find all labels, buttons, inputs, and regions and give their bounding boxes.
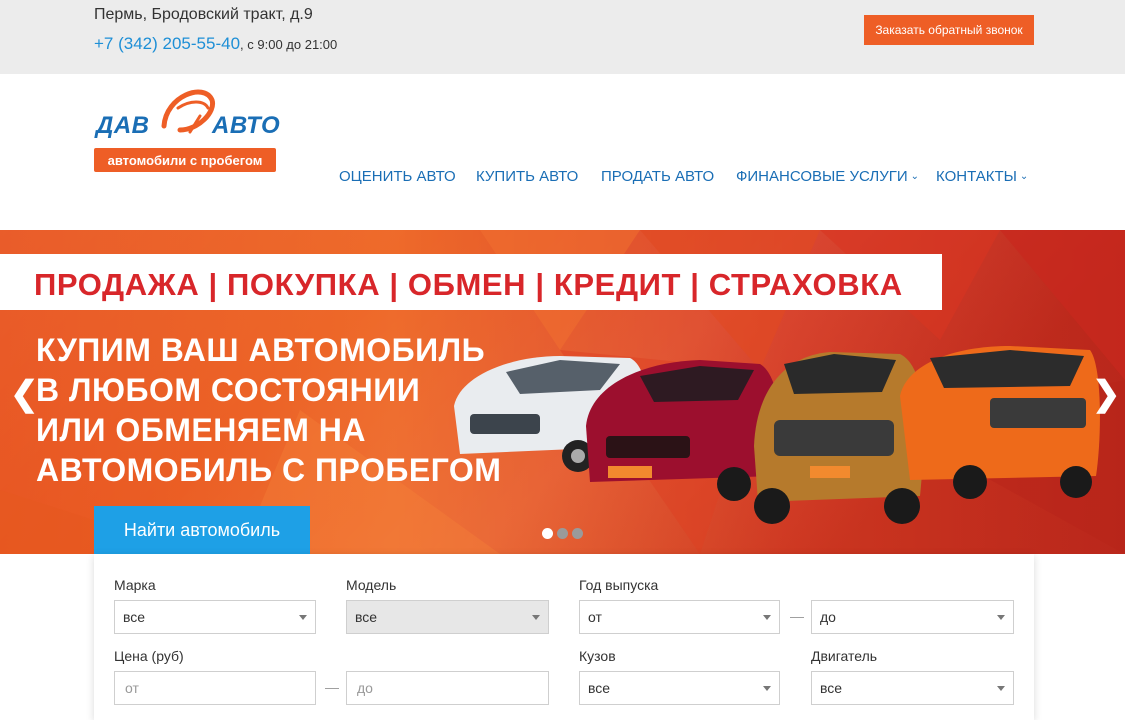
year-from-select[interactable]: от bbox=[579, 600, 780, 634]
body-select[interactable]: все bbox=[579, 671, 780, 705]
model-select[interactable]: все bbox=[346, 600, 549, 634]
logo[interactable]: ДАВ АВТО автомобили с пробегом bbox=[94, 86, 281, 174]
orange-suv bbox=[900, 346, 1100, 499]
headline-line: КУПИМ ВАШ АВТОМОБИЛЬ bbox=[36, 332, 486, 368]
caret-down-icon bbox=[997, 615, 1005, 620]
chevron-down-icon: ⌄ bbox=[910, 171, 920, 182]
caret-down-icon bbox=[532, 615, 540, 620]
chevron-right-icon[interactable]: ❯ bbox=[1092, 374, 1121, 414]
nav-item-evaluate[interactable]: ОЦЕНИТЬ АВТО bbox=[339, 168, 456, 185]
year-to-select[interactable]: до bbox=[811, 600, 1014, 634]
brand-label: Марка bbox=[114, 577, 156, 593]
cars-image bbox=[454, 346, 1100, 524]
headline-line: В ЛЮБОМ СОСТОЯНИИ bbox=[36, 372, 421, 408]
year-label: Год выпуска bbox=[579, 577, 659, 593]
caret-down-icon bbox=[763, 686, 771, 691]
price-label: Цена (руб) bbox=[114, 648, 184, 664]
engine-label: Двигатель bbox=[811, 648, 878, 664]
slider-dot[interactable] bbox=[542, 528, 553, 539]
slider-dots bbox=[542, 528, 583, 539]
price-from-input[interactable] bbox=[114, 671, 316, 705]
caret-down-icon bbox=[997, 686, 1005, 691]
car-search-form: Марка все Модель все Год выпуска от — до… bbox=[94, 554, 1034, 720]
chevron-left-icon[interactable]: ❮ bbox=[10, 374, 39, 414]
hero-banner: ПРОДАЖА | ПОКУПКА | ОБМЕН | КРЕДИТ | СТР… bbox=[0, 230, 1125, 554]
logo-tagline: автомобили с пробегом bbox=[94, 148, 276, 172]
logo-word-right: АВТО bbox=[212, 112, 281, 139]
phone-line: +7 (342) 205-55-40, с 9:00 до 21:00 bbox=[94, 34, 337, 54]
top-bar: Пермь, Бродовский тракт, д.9 +7 (342) 20… bbox=[0, 0, 1125, 74]
caret-down-icon bbox=[299, 615, 307, 620]
logo-word-left: ДАВ bbox=[96, 112, 150, 139]
chevron-down-icon: ⌄ bbox=[1019, 171, 1029, 182]
slider-dot[interactable] bbox=[557, 528, 568, 539]
caret-down-icon bbox=[763, 615, 771, 620]
working-hours: , с 9:00 до 21:00 bbox=[240, 37, 338, 52]
services-text: ПРОДАЖА | ПОКУПКА | ОБМЕН | КРЕДИТ | СТР… bbox=[34, 267, 903, 302]
brand-select[interactable]: все bbox=[114, 600, 316, 634]
find-car-tab[interactable]: Найти автомобиль bbox=[94, 506, 310, 554]
range-separator: — bbox=[790, 608, 804, 624]
nav-item-buy[interactable]: КУПИТЬ АВТО bbox=[476, 168, 578, 185]
phone-link[interactable]: +7 (342) 205-55-40 bbox=[94, 34, 240, 53]
nav-item-sell[interactable]: ПРОДАТЬ АВТО bbox=[601, 168, 714, 185]
nav-item-finance[interactable]: ФИНАНСОВЫЕ УСЛУГИ ⌄ bbox=[736, 168, 919, 185]
slider-dot[interactable] bbox=[572, 528, 583, 539]
model-label: Модель bbox=[346, 577, 397, 593]
range-separator: — bbox=[325, 679, 339, 695]
callback-button[interactable]: Заказать обратный звонок bbox=[864, 15, 1034, 45]
bronze-crossover bbox=[754, 352, 924, 524]
engine-select[interactable]: все bbox=[811, 671, 1014, 705]
headline-line: АВТОМОБИЛЬ С ПРОБЕГОМ bbox=[36, 452, 502, 488]
address-text: Пермь, Бродовский тракт, д.9 bbox=[94, 6, 313, 23]
headline-line: ИЛИ ОБМЕНЯЕМ НА bbox=[36, 412, 366, 448]
banner-headline: КУПИМ ВАШ АВТОМОБИЛЬ В ЛЮБОМ СОСТОЯНИИ И… bbox=[36, 330, 502, 490]
body-label: Кузов bbox=[579, 648, 616, 664]
price-to-input[interactable] bbox=[346, 671, 549, 705]
nav-item-contacts[interactable]: КОНТАКТЫ ⌄ bbox=[936, 168, 1028, 185]
